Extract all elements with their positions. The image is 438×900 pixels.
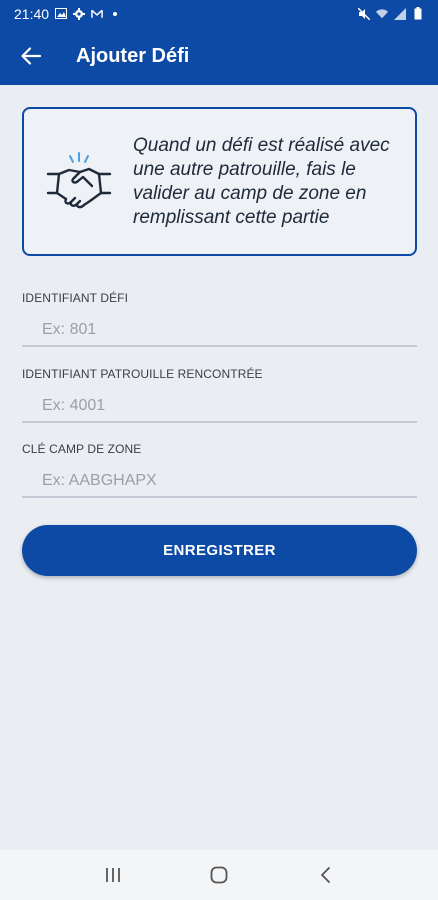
field-identifiant-patrouille: IDENTIFIANT PATROUILLE RENCONTRÉE: [22, 367, 417, 423]
app-bar: Ajouter Défi: [0, 27, 438, 85]
recent-apps-button[interactable]: [89, 855, 137, 895]
field-label: IDENTIFIANT DÉFI: [22, 291, 129, 305]
page-title: Ajouter Défi: [76, 44, 190, 67]
dot-icon: [109, 8, 121, 20]
mail-icon: [91, 8, 103, 20]
field-label: CLÉ CAMP DE ZONE: [22, 442, 142, 456]
camp-key-input[interactable]: [22, 466, 417, 498]
arrow-left-icon: [21, 47, 42, 65]
save-button[interactable]: ENREGISTRER: [22, 525, 417, 576]
home-icon: [210, 866, 228, 884]
patrouille-id-input[interactable]: [22, 391, 417, 423]
mute-icon: [358, 7, 370, 20]
home-button[interactable]: [195, 855, 243, 895]
field-label: IDENTIFIANT PATROUILLE RENCONTRÉE: [22, 367, 263, 381]
back-nav-button[interactable]: [301, 855, 349, 895]
signal-icon: [394, 7, 406, 20]
image-icon: [55, 8, 68, 20]
back-button[interactable]: [0, 27, 62, 85]
wifi-icon: [376, 8, 388, 20]
info-card: Quand un défi est réalisé avec une autre…: [22, 107, 417, 256]
info-text: Quand un défi est réalisé avec une autre…: [133, 134, 390, 228]
settings-icon: [73, 7, 86, 20]
chevron-left-icon: [321, 867, 330, 883]
handshake-icon: [46, 151, 112, 208]
recent-apps-icon: [106, 868, 120, 882]
field-cle-camp: CLÉ CAMP DE ZONE: [22, 442, 417, 498]
field-identifiant-defi: IDENTIFIANT DÉFI: [22, 291, 417, 347]
battery-icon: [412, 7, 424, 20]
defi-id-input[interactable]: [22, 315, 417, 347]
status-time: 21:40: [14, 5, 50, 22]
status-bar: 21:40: [0, 0, 438, 27]
system-nav-bar: [0, 850, 438, 900]
